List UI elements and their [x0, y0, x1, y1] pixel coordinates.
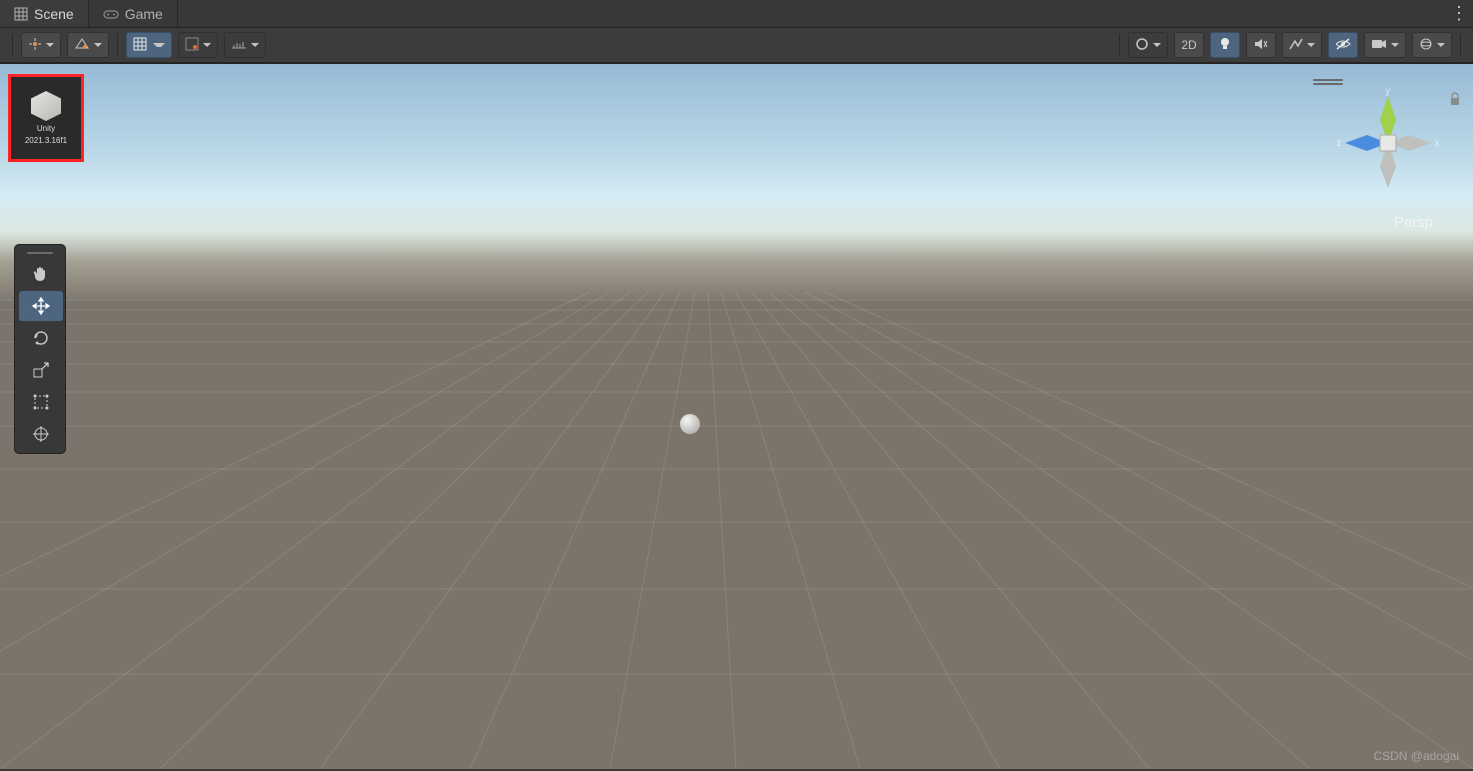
thumbnail-title: Unity — [37, 124, 55, 133]
tool-handle-rotation[interactable] — [67, 32, 109, 58]
draw-mode[interactable] — [1128, 32, 1168, 58]
tool-rotate[interactable] — [19, 323, 63, 353]
label-2d: 2D — [1181, 38, 1196, 52]
snap-axis[interactable] — [224, 32, 266, 58]
lock-icon[interactable] — [1449, 92, 1461, 109]
tool-handle-pivot[interactable] — [21, 32, 61, 58]
gamepad-icon — [103, 8, 119, 20]
caret-down-icon — [46, 43, 54, 47]
separator — [12, 34, 13, 56]
separator — [1119, 34, 1120, 56]
rect-icon — [32, 393, 50, 411]
toggle-2d[interactable]: 2D — [1174, 32, 1204, 58]
gizmos-icon — [1419, 37, 1433, 54]
scene-camera[interactable] — [1364, 32, 1406, 58]
grid-snap-toggle[interactable] — [126, 32, 172, 58]
vertical-dots-icon: ⋮ — [1450, 3, 1468, 24]
camera-icon — [1371, 38, 1387, 52]
floor-grid — [0, 64, 1473, 769]
scale-icon — [32, 361, 50, 379]
tools-overlay[interactable] — [14, 244, 66, 454]
tab-game[interactable]: Game — [89, 0, 178, 27]
pivot-center-icon — [28, 37, 42, 54]
tool-rect[interactable] — [19, 387, 63, 417]
grid-snap-icon — [133, 37, 147, 54]
tool-transform[interactable] — [19, 419, 63, 449]
fx-icon — [1289, 38, 1303, 53]
gizmo-cube[interactable] — [1380, 135, 1396, 151]
toggle-gizmos[interactable] — [1412, 32, 1452, 58]
caret-down-icon — [1391, 43, 1399, 47]
caret-down-icon — [153, 43, 165, 47]
toggle-visibility[interactable] — [1328, 32, 1358, 58]
overlay-drag-handle[interactable] — [1313, 79, 1343, 85]
axis-y-label: y — [1386, 86, 1391, 97]
toggle-fx[interactable] — [1282, 32, 1322, 58]
dragged-asset-thumbnail[interactable]: Unity 2021.3.16f1 — [8, 74, 84, 162]
transform-icon — [32, 425, 50, 443]
toggle-lighting[interactable] — [1210, 32, 1240, 58]
lightbulb-icon — [1219, 37, 1231, 54]
separator — [1460, 34, 1461, 56]
orientation-gizmo[interactable]: y z x — [1333, 88, 1443, 198]
panel-drag-handle[interactable] — [19, 249, 61, 257]
caret-down-icon — [94, 43, 102, 47]
tool-hand[interactable] — [19, 259, 63, 289]
thumbnail-version: 2021.3.16f1 — [25, 136, 67, 145]
tab-scene[interactable]: Scene — [0, 0, 89, 27]
tool-scale[interactable] — [19, 355, 63, 385]
caret-down-icon — [1437, 43, 1445, 47]
tab-context-menu[interactable]: ⋮ — [1445, 0, 1473, 27]
hand-icon — [32, 265, 50, 283]
axis-x-label: x — [1435, 138, 1440, 149]
grid-icon — [14, 7, 28, 21]
caret-down-icon — [1153, 43, 1161, 47]
toggle-audio[interactable] — [1246, 32, 1276, 58]
snap-increment-icon — [185, 37, 199, 54]
scene-toolbar: 2D — [0, 28, 1473, 64]
move-icon — [32, 297, 50, 315]
snap-increment[interactable] — [178, 32, 218, 58]
separator — [117, 34, 118, 56]
audio-mute-icon — [1254, 38, 1268, 53]
snap-axis-icon — [231, 38, 247, 53]
local-global-icon — [74, 37, 90, 54]
eye-off-icon — [1335, 38, 1351, 53]
axis-z-label: z — [1337, 138, 1342, 149]
tool-move[interactable] — [19, 291, 63, 321]
editor-tab-bar: Scene Game ⋮ — [0, 0, 1473, 28]
unity-logo-icon — [31, 91, 61, 121]
scene-viewport[interactable]: Unity 2021.3.16f1 y z x Persp — [0, 64, 1473, 769]
scene-object-sphere[interactable] — [680, 414, 700, 434]
watermark: CSDN @adogai — [1373, 749, 1459, 763]
caret-down-icon — [1307, 43, 1315, 47]
caret-down-icon — [251, 43, 259, 47]
tab-scene-label: Scene — [34, 6, 74, 22]
caret-down-icon — [203, 43, 211, 47]
rotate-icon — [32, 329, 50, 347]
tab-game-label: Game — [125, 6, 163, 22]
projection-label[interactable]: Persp — [1394, 214, 1433, 231]
circle-icon — [1135, 37, 1149, 54]
